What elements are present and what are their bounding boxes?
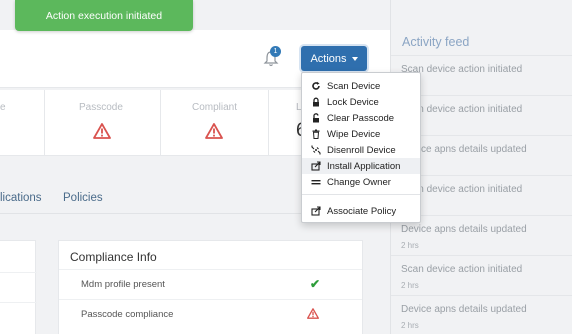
- menu-item-disenroll-device[interactable]: Disenroll Device: [302, 142, 420, 158]
- compliance-row-label: Passcode compliance: [81, 309, 174, 320]
- menu-item-wipe-device[interactable]: Wipe Device: [302, 126, 420, 142]
- menu-item-label: Change Owner: [327, 176, 391, 188]
- menu-item-install-application[interactable]: Install Application: [302, 158, 420, 174]
- activity-feed-title: Activity feed: [402, 35, 470, 49]
- actions-button[interactable]: Actions: [301, 46, 367, 71]
- caret-down-icon: [351, 56, 358, 61]
- menu-item-scan-device[interactable]: Scan Device: [302, 78, 420, 94]
- feed-item: Scan device action initiated 2 hrs: [391, 256, 572, 296]
- menu-item-label: Associate Policy: [327, 205, 397, 217]
- stat-compliant-label: Compliant: [192, 102, 238, 113]
- actions-dropdown-menu: Scan Device Lock Device Clear Passcode W…: [301, 72, 421, 223]
- menu-divider: [302, 194, 420, 195]
- warning-icon: [205, 123, 223, 139]
- toast-text: Action execution initiated: [45, 9, 163, 22]
- tab-applications[interactable]: lications: [0, 192, 42, 204]
- compliance-info-card: Compliance Info Mdm profile present ✔ Pa…: [58, 240, 363, 334]
- menu-item-clear-passcode[interactable]: Clear Passcode: [302, 110, 420, 126]
- stat-partial-label: e: [0, 102, 6, 113]
- menu-item-lock-device[interactable]: Lock Device: [302, 94, 420, 110]
- menu-item-label: Scan Device: [327, 80, 381, 92]
- feed-item-time: 2 hrs: [401, 241, 419, 250]
- stat-passcode-label: Passcode: [79, 102, 123, 113]
- menu-item-label: Disenroll Device: [327, 144, 396, 156]
- menu-item-label: Install Application: [327, 160, 401, 172]
- warning-icon: [93, 123, 111, 139]
- notification-badge: 1: [270, 46, 281, 57]
- compliance-row: Passcode compliance: [59, 299, 362, 329]
- stat-passcode: Passcode: [45, 90, 161, 156]
- feed-item-time: 2 hrs: [401, 281, 419, 290]
- feed-item-time: 2 hrs: [401, 321, 419, 330]
- stat-compliant: Compliant: [161, 90, 269, 156]
- install-icon: [311, 161, 321, 171]
- toast-notification: Action execution initiated: [15, 0, 193, 31]
- compliance-row: Mdm profile present ✔: [59, 269, 362, 299]
- feed-item: Device apns details updated 2 hrs: [391, 296, 572, 334]
- tab-policies[interactable]: Policies: [63, 192, 103, 204]
- actions-button-label: Actions: [310, 52, 347, 65]
- feed-item-text: Scan device action initiated: [401, 264, 523, 275]
- trash-icon: [311, 129, 321, 139]
- menu-item-label: Lock Device: [327, 96, 379, 108]
- lock-icon: [311, 97, 321, 107]
- menu-item-label: Clear Passcode: [327, 112, 395, 124]
- owner-icon: [311, 177, 321, 187]
- feed-item-text: Device apns details updated: [401, 224, 527, 235]
- menu-item-associate-policy[interactable]: Associate Policy: [302, 203, 420, 219]
- activity-feed-header: Activity feed: [391, 0, 572, 56]
- warning-icon: [307, 308, 319, 319]
- check-icon: ✔: [310, 277, 321, 291]
- refresh-icon: [311, 81, 321, 91]
- feed-item-text: Device apns details updated: [401, 304, 527, 315]
- menu-item-change-owner[interactable]: Change Owner: [302, 174, 420, 190]
- stat-partial-left: e: [0, 90, 45, 156]
- unlock-icon: [311, 113, 321, 123]
- menu-item-label: Wipe Device: [327, 128, 381, 140]
- disenroll-icon: [311, 145, 321, 155]
- policy-icon: [311, 206, 321, 216]
- left-card: [0, 240, 37, 334]
- compliance-info-title: Compliance Info: [70, 250, 157, 264]
- compliance-row-label: Mdm profile present: [81, 279, 165, 290]
